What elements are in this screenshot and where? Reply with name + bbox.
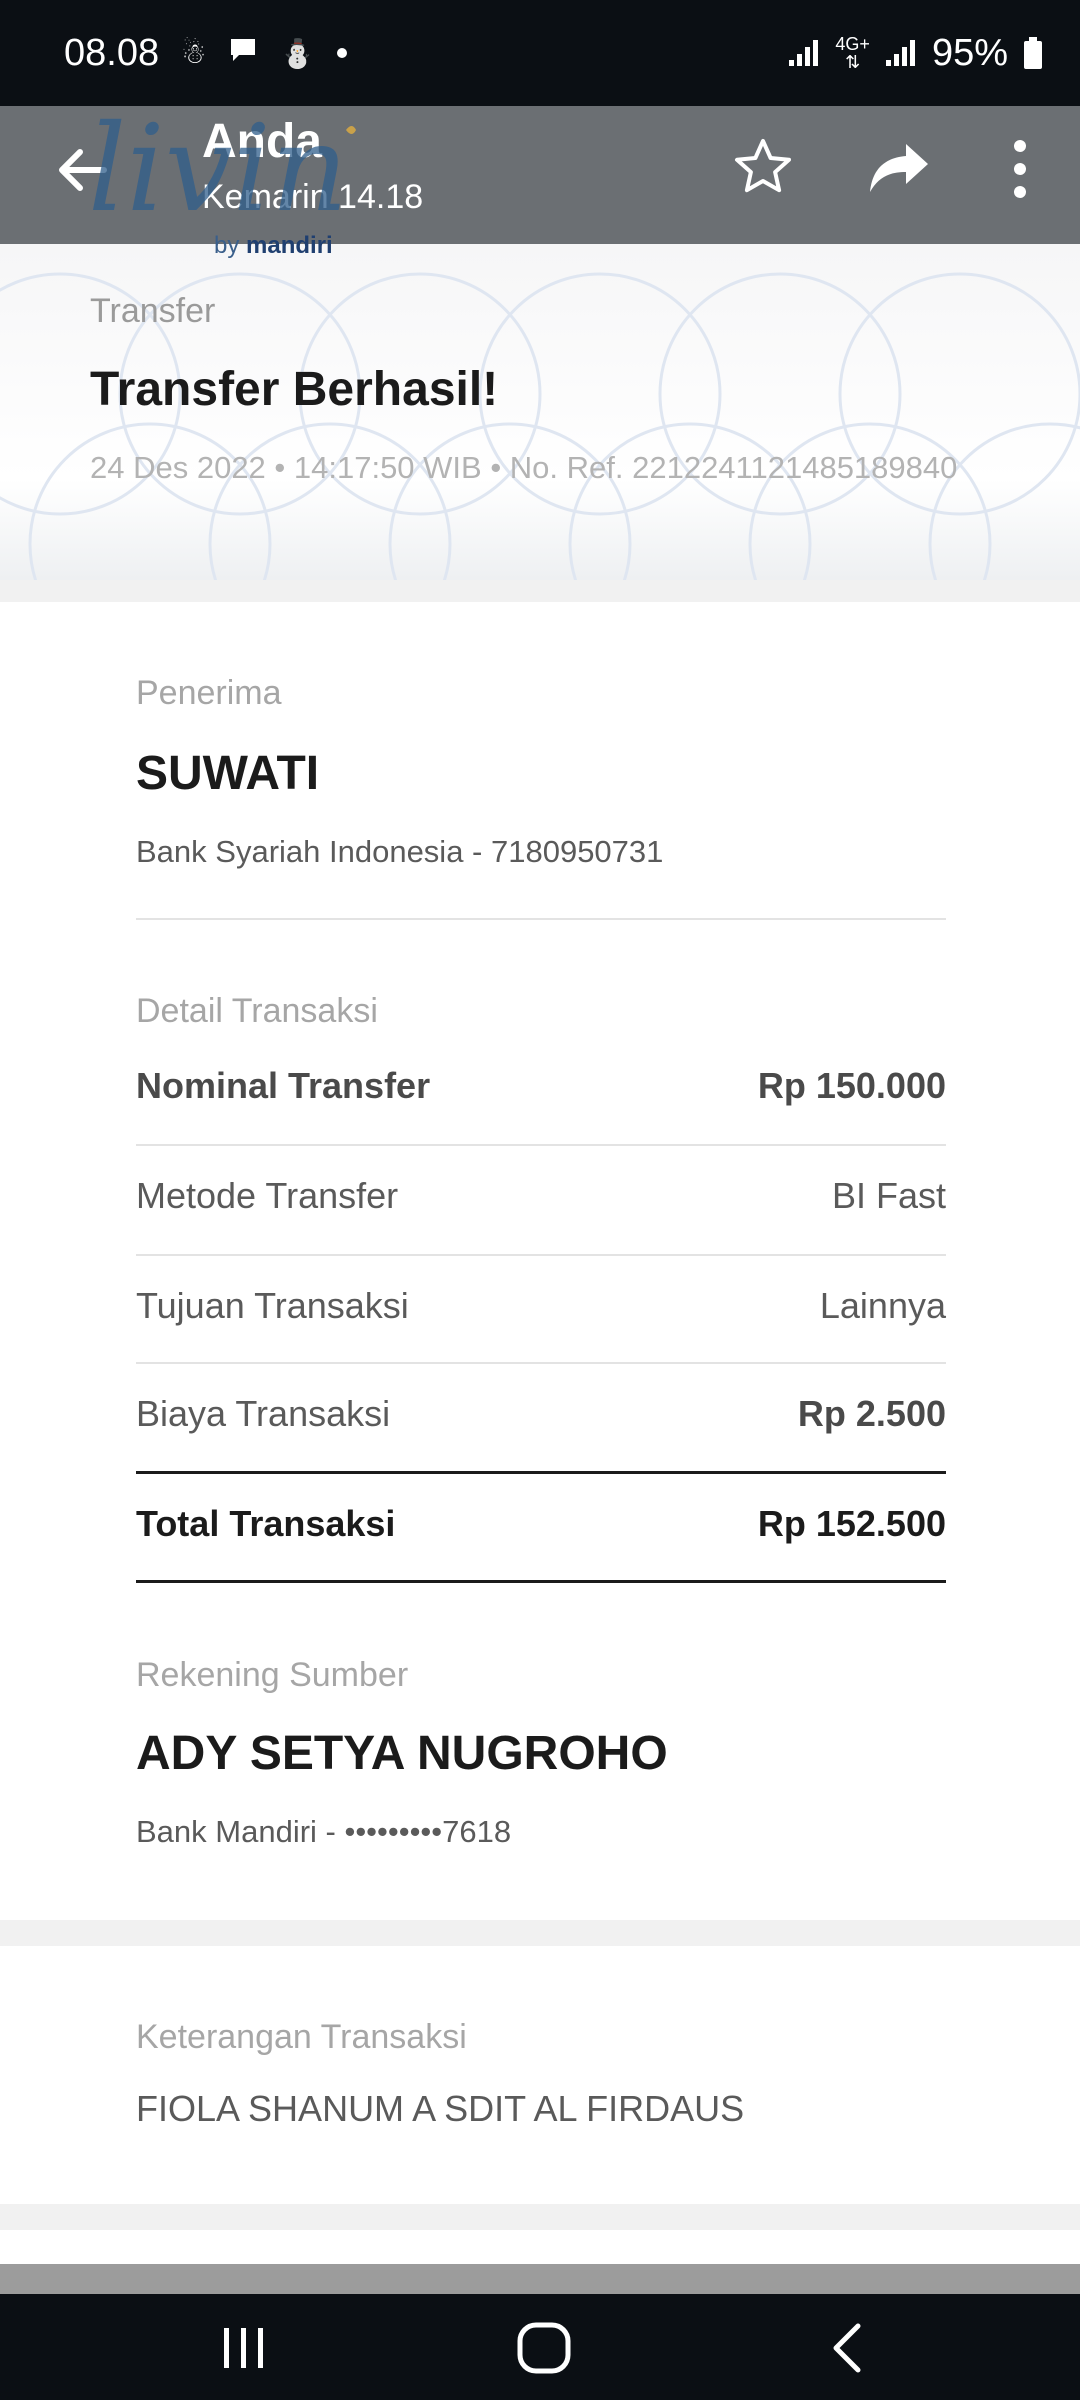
detail-value: BI Fast <box>831 1175 946 1216</box>
total-value: Rp 152.500 <box>757 1503 946 1544</box>
detail-key: Nominal Transfer <box>136 1065 431 1106</box>
signal-icon-2 <box>885 40 915 66</box>
detail-value: Rp 2.500 <box>797 1393 946 1434</box>
sender-name: Anda <box>202 115 322 168</box>
receipt-header: Transfer Transfer Berhasil! 24 Des 2022 … <box>0 244 1080 580</box>
signal-icon <box>789 40 819 66</box>
star-icon[interactable] <box>732 136 794 198</box>
status-time: 08.08 <box>64 31 160 74</box>
status-bar: 08.08 ☃ ⛄ 4G+ ⇅ 95% <box>0 0 1080 106</box>
detail-key: Metode Transfer <box>136 1175 399 1216</box>
snowman-icon: ☃ <box>181 37 207 69</box>
recent-apps-icon[interactable] <box>214 2320 274 2376</box>
source-bank: Bank Mandiri - •••••••••7618 <box>136 1814 512 1849</box>
more-options-icon[interactable] <box>1000 136 1040 202</box>
divider <box>136 918 946 920</box>
brand-subtitle: by mandiri <box>214 232 333 259</box>
detail-row-method: Metode Transfer BI Fast <box>136 1142 946 1250</box>
detail-value: Rp 150.000 <box>757 1065 946 1106</box>
battery-percent: 95% <box>931 31 1008 74</box>
detail-row-nominal: Nominal Transfer Rp 150.000 <box>136 1032 946 1140</box>
detail-row-fee: Biaya Transaksi Rp 2.500 <box>136 1360 946 1468</box>
source-name: ADY SETYA NUGROHO <box>136 1727 668 1780</box>
chat-bubble-icon <box>228 36 258 71</box>
total-key: Total Transaksi <box>136 1503 396 1544</box>
back-nav-icon[interactable] <box>818 2320 878 2376</box>
details-label: Detail Transaksi <box>136 992 378 1030</box>
section-divider <box>0 1920 1080 1946</box>
note-label: Keterangan Transaksi <box>136 2018 467 2056</box>
network-type: 4G+ ⇅ <box>835 34 870 72</box>
recipient-bank: Bank Syariah Indonesia - 7180950731 <box>136 834 664 869</box>
source-label: Rekening Sumber <box>136 1656 409 1694</box>
system-nav-bar <box>0 2294 1080 2400</box>
recipient-label: Penerima <box>136 674 282 712</box>
battery-icon <box>1024 37 1042 69</box>
note-text: FIOLA SHANUM A SDIT AL FIRDAUS <box>136 2088 745 2129</box>
detail-key: Tujuan Transaksi <box>136 1285 409 1326</box>
detail-row-purpose: Tujuan Transaksi Lainnya <box>136 1252 946 1360</box>
total-divider-bottom <box>136 1580 946 1583</box>
section-divider <box>0 2204 1080 2230</box>
bottom-overlay <box>0 2264 1080 2294</box>
back-arrow-icon[interactable] <box>52 140 112 200</box>
recipient-name: SUWATI <box>136 747 320 800</box>
notification-icon: ⛄ <box>280 37 316 69</box>
detail-value: Lainnya <box>819 1285 946 1326</box>
detail-row-total: Total Transaksi Rp 152.500 <box>136 1470 946 1578</box>
dot-icon <box>337 48 348 58</box>
share-forward-icon[interactable] <box>866 138 932 198</box>
detail-key: Biaya Transaksi <box>136 1393 391 1434</box>
home-icon[interactable] <box>514 2320 574 2376</box>
sent-timestamp: Kemarin 14.18 <box>202 178 424 216</box>
receipt-title: Transfer Berhasil! <box>90 363 499 416</box>
section-divider <box>0 580 1080 602</box>
viewer-top-bar: Anda Kemarin 14.18 <box>0 106 1080 244</box>
receipt-meta: 24 Des 2022 • 14:17:50 WIB • No. Ref. 22… <box>90 450 958 485</box>
receipt-kicker: Transfer <box>90 292 216 330</box>
